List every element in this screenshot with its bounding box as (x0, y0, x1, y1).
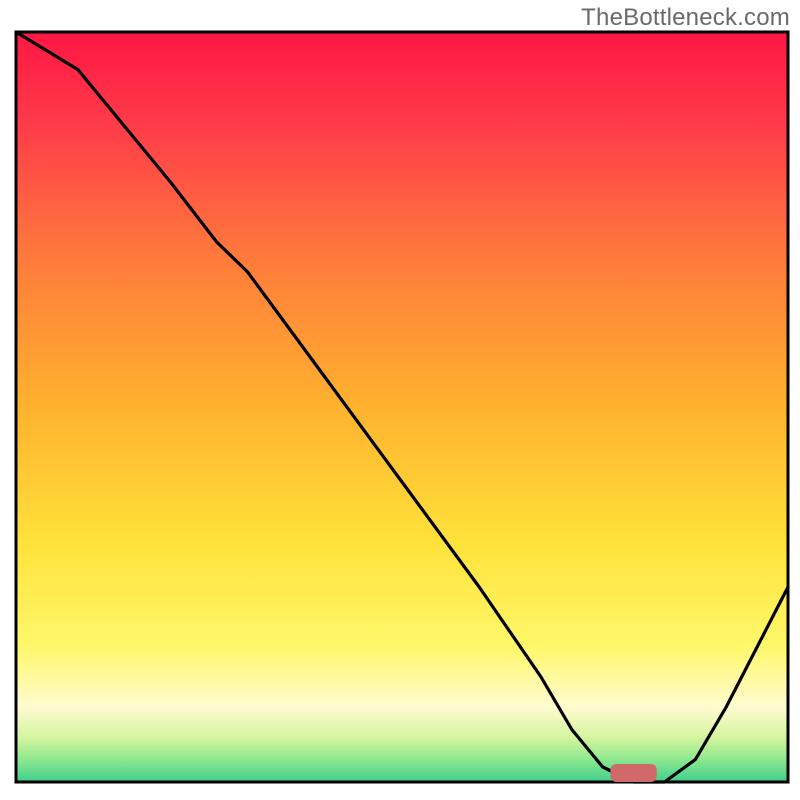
plot-background (16, 32, 788, 782)
watermark-text: TheBottleneck.com (581, 4, 790, 32)
chart-svg (0, 0, 800, 800)
optimal-marker (610, 764, 656, 782)
bottleneck-chart: TheBottleneck.com (0, 0, 800, 800)
